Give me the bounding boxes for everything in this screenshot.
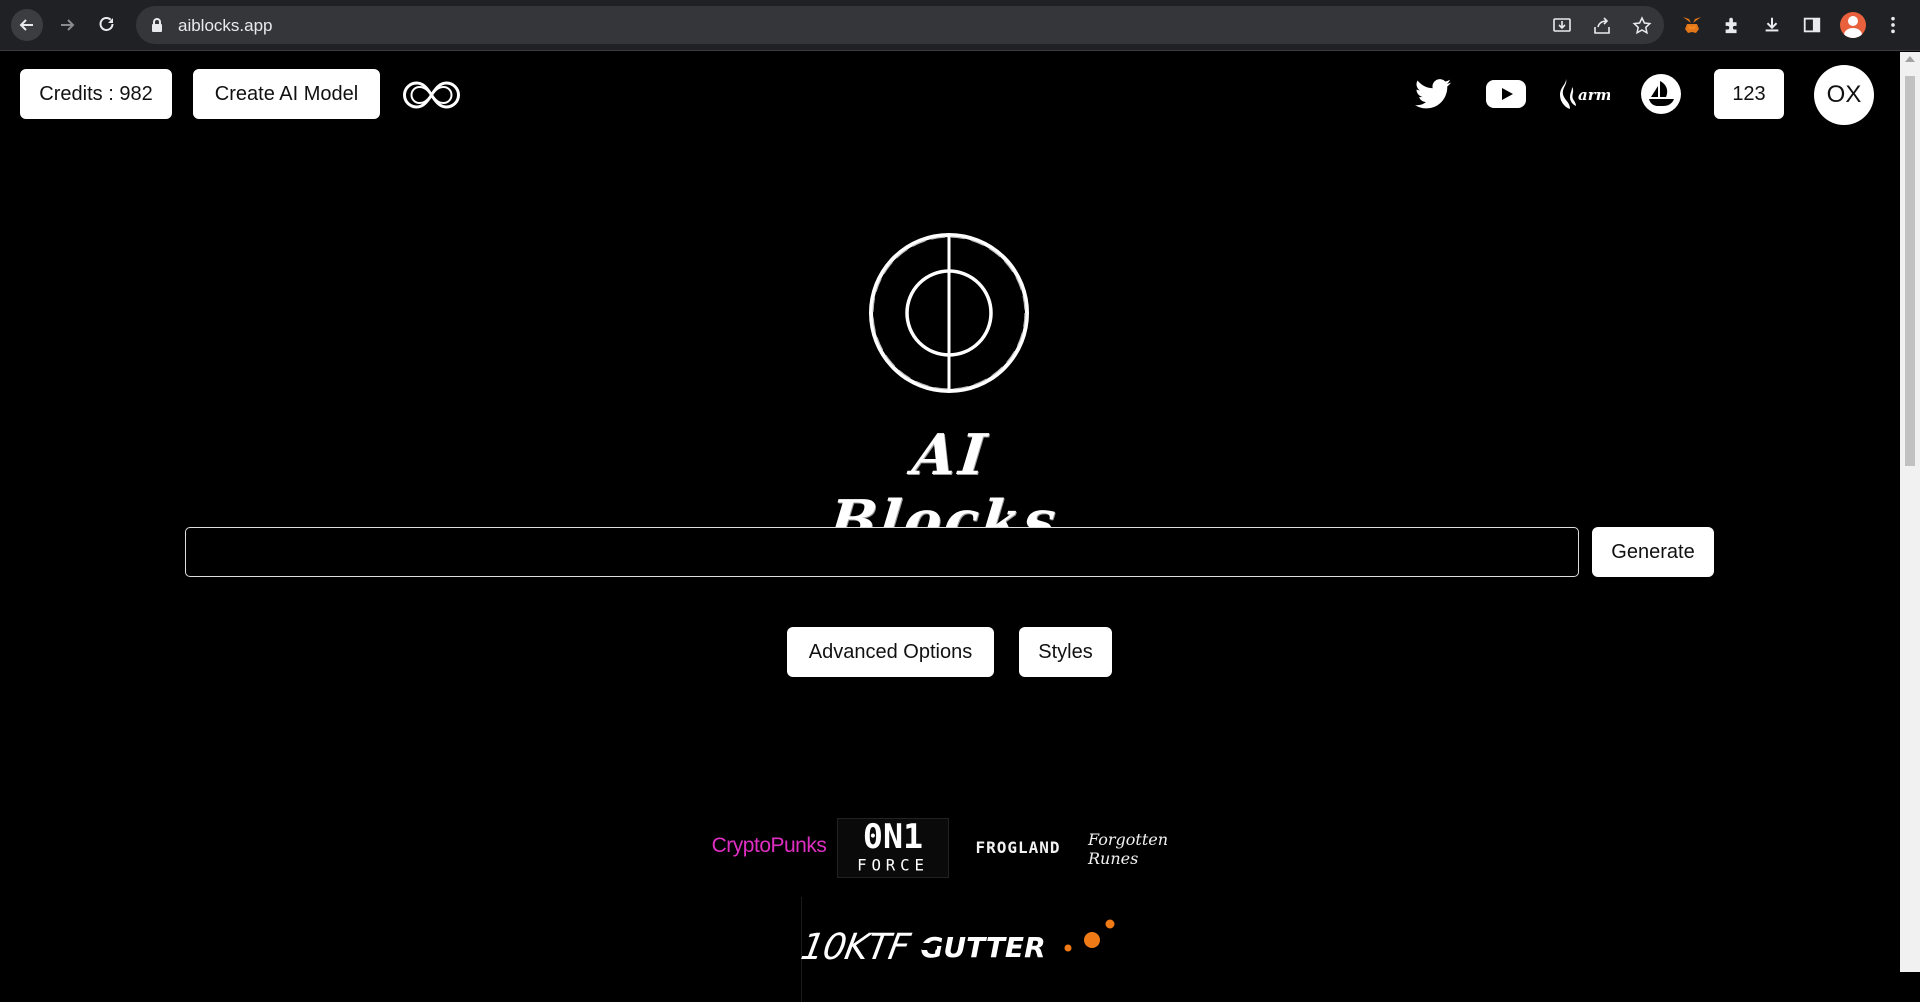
svg-text:0N1: 0N1 [863,818,923,856]
partner-gutter[interactable]: GUTTER [920,924,1045,970]
scroll-thumb[interactable] [1905,76,1915,466]
youtube-icon[interactable] [1486,74,1526,114]
partner-10ktf[interactable]: 10KTF [798,922,912,972]
svg-text:FORCE: FORCE [857,856,929,875]
styles-button[interactable]: Styles [1019,627,1112,677]
opensea-icon[interactable] [1640,74,1682,114]
downloads-icon[interactable] [1761,14,1783,36]
counter-button[interactable]: 123 [1714,69,1784,119]
brand-title: AI Blocks [826,422,1062,554]
back-icon[interactable] [11,9,43,41]
scroll-up-icon[interactable] [1905,56,1915,62]
metamask-icon[interactable] [1681,14,1703,36]
profile-avatar-icon[interactable] [1840,12,1866,38]
lock-icon [152,18,162,32]
browser-toolbar: aiblocks.app [0,0,1920,51]
0n1-force-logo: 0N1 FORCE [857,818,929,875]
url-text[interactable]: aiblocks.app [178,16,273,36]
partner-frogland[interactable]: FROGLAND [960,834,1076,860]
generate-button[interactable]: Generate [1592,527,1714,577]
credits-button[interactable]: Credits : 982 [20,69,172,119]
warm-icon[interactable]: arm [1558,74,1610,114]
gutter-label: GUTTER [920,930,1046,964]
infinity-icon[interactable] [400,78,463,112]
partner-forgotten-runes[interactable]: Forgotten Runes [1088,830,1198,868]
share-icon[interactable] [1592,16,1612,36]
extensions-icon[interactable] [1721,14,1743,36]
forward-icon[interactable] [51,9,83,41]
ai-blocks-logo [869,233,1029,393]
more-icon[interactable] [1882,14,1904,36]
partner-cryptopunks[interactable]: CryptoPunks [710,830,828,862]
prompt-input[interactable] [185,527,1579,577]
bookmark-star-icon[interactable] [1632,16,1652,36]
address-bar[interactable]: aiblocks.app [136,6,1664,44]
reload-icon[interactable] [91,9,123,41]
svg-text:arm: arm [1578,86,1610,104]
partner-0n1-force[interactable]: 0N1 FORCE [837,818,949,878]
twitter-icon[interactable] [1414,74,1452,114]
scrollbar[interactable] [1900,52,1920,972]
create-ai-model-button[interactable]: Create AI Model [193,69,380,119]
advanced-options-button[interactable]: Advanced Options [787,627,994,677]
partner-dots-logo[interactable] [1062,918,1118,958]
page-content: Credits : 982 Create AI Model arm 123 OX… [0,52,1900,1002]
install-icon[interactable] [1552,16,1572,36]
account-avatar[interactable]: OX [1814,65,1874,125]
side-panel-icon[interactable] [1801,14,1823,36]
